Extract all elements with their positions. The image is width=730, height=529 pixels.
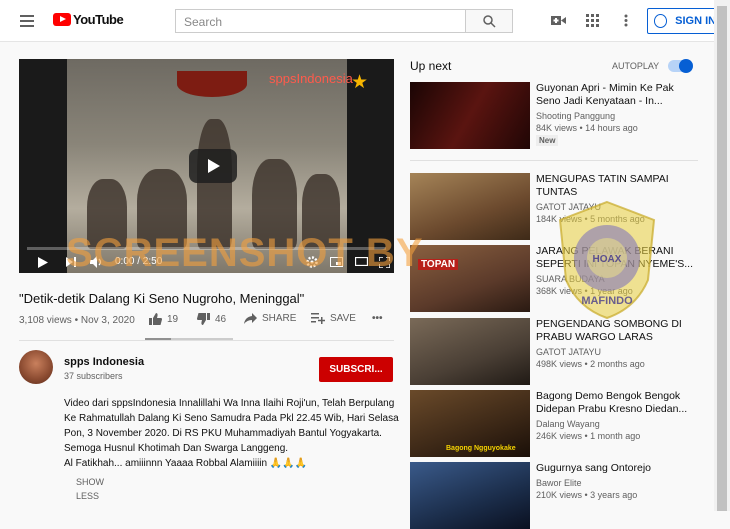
thumbnail-label: Bagong Ngguyokake — [446, 445, 516, 452]
channel-watermark: sppsIndonesia — [269, 71, 353, 86]
next-icon[interactable] — [66, 257, 76, 267]
show-label: SHOW — [76, 477, 104, 487]
recommended-title[interactable]: MENGUPAS TATIN SAMPAI TUNTAS — [536, 173, 701, 199]
puppet-shape — [302, 174, 340, 249]
recommended-channel: Dalang Wayang — [536, 419, 600, 429]
less-label: LESS — [76, 491, 100, 501]
more-actions-button[interactable]: ••• — [372, 313, 383, 324]
like-count: 19 — [167, 313, 179, 325]
video-thumbnail[interactable]: Bagong Ngguyokake — [410, 390, 530, 457]
toggle-knob — [679, 59, 693, 73]
save-button[interactable]: SAVE — [311, 313, 356, 324]
video-title: "Detik-detik Dalang Ki Seno Nugroho, Men… — [19, 291, 305, 306]
create-video-icon[interactable] — [551, 14, 566, 27]
seal-text: MAFINDO — [581, 295, 633, 307]
recommended-meta: 498K views • 2 months ago — [536, 359, 645, 369]
recommended-meta: 84K views • 14 hours ago — [536, 123, 638, 133]
dislike-count: 46 — [215, 313, 227, 325]
video-thumbnail[interactable] — [410, 82, 530, 149]
logo-text: YouTube — [73, 12, 124, 27]
recommended-video[interactable]: Gugurnya sang Ontorejo Bawor Elite 210K … — [410, 462, 701, 529]
seal-center-text: HOAX — [593, 254, 622, 265]
youtube-play-icon — [53, 13, 71, 26]
share-button[interactable]: SHARE — [244, 313, 296, 324]
recommended-title[interactable]: Bagong Demo Bengok Bengok Didepan Prabu … — [536, 390, 701, 416]
channel-avatar[interactable] — [19, 350, 53, 384]
video-thumbnail[interactable] — [410, 318, 530, 385]
recommended-title[interactable]: Gugurnya sang Ontorejo — [536, 462, 701, 475]
scrollbar-thumb[interactable] — [717, 6, 727, 511]
thumbs-down-icon — [197, 313, 210, 325]
recommended-channel: Bawor Elite — [536, 478, 582, 488]
subscribe-button[interactable]: SUBSCRI... — [319, 357, 393, 382]
account-icon — [654, 14, 668, 28]
miniplayer-icon[interactable] — [330, 257, 343, 267]
player-controls: 0:00 / 2:50 — [19, 252, 394, 273]
fullscreen-icon[interactable] — [379, 257, 390, 268]
theater-mode-icon[interactable] — [355, 257, 368, 266]
scrollbar[interactable] — [714, 0, 730, 511]
description-line: Ke Rahmatullah Dalang Ki Seno Samudra Pa… — [64, 413, 399, 424]
subscriber-count: 37 subscribers — [64, 371, 123, 381]
view-count-date: 3,108 views • Nov 3, 2020 — [19, 315, 135, 326]
share-label: SHARE — [262, 313, 297, 324]
recommended-meta: 210K views • 3 years ago — [536, 490, 638, 500]
more-vert-icon[interactable] — [624, 14, 628, 27]
play-button[interactable] — [189, 149, 237, 183]
puppet-shape — [252, 159, 297, 249]
thumbnail-label: TOPAN — [418, 259, 459, 270]
show-less-button[interactable]: SHOW LESS — [76, 475, 104, 503]
youtube-logo[interactable]: YouTube — [53, 12, 124, 27]
video-player[interactable]: sppsIndonesia ★ 0:00 / 2:50 — [19, 59, 394, 273]
like-button[interactable]: 19 — [149, 313, 178, 325]
share-icon — [244, 313, 257, 324]
recommended-meta: 246K views • 1 month ago — [536, 431, 641, 441]
recommended-channel: GATOT JATAYU — [536, 347, 602, 357]
mafindo-seal-logo: HOAX MAFINDO — [558, 200, 656, 320]
progress-bar[interactable] — [27, 247, 386, 250]
description-line: Al Fatikhah... amiiinnn Yaaaa Robbal Ala… — [64, 458, 308, 469]
description-line: Video dari sppsIndonesia Innalillahi Wa … — [64, 398, 395, 409]
sign-in-button[interactable]: SIGN IN — [647, 8, 717, 34]
menu-icon[interactable] — [20, 15, 34, 27]
description-line: Semoga Husnul Khotimah Dan Swarga Langge… — [64, 443, 289, 454]
new-badge: New — [536, 135, 559, 146]
autoplay-label: AUTOPLAY — [612, 61, 660, 71]
video-thumbnail[interactable] — [410, 462, 530, 529]
lamp-canopy — [177, 71, 247, 97]
recommended-channel: Shooting Panggung — [536, 111, 616, 121]
divider — [410, 160, 698, 161]
recommended-video[interactable]: PENGENDANG SOMBONG DI PRABU WARGO LARAS … — [410, 318, 700, 385]
divider — [19, 340, 394, 341]
dislike-button[interactable]: 46 — [197, 313, 226, 325]
up-next-heading: Up next — [410, 59, 452, 73]
search-button[interactable] — [466, 9, 513, 33]
save-label: SAVE — [330, 313, 356, 324]
settings-icon[interactable] — [306, 256, 318, 268]
recommended-video[interactable]: Bagong Ngguyokake Bagong Demo Bengok Ben… — [410, 390, 700, 457]
video-thumbnail[interactable] — [410, 173, 530, 240]
puppet-shape — [137, 169, 187, 249]
play-icon[interactable] — [38, 257, 48, 268]
thumbs-up-icon — [149, 313, 162, 325]
volume-icon[interactable] — [90, 256, 104, 268]
channel-name[interactable]: spps Indonesia — [64, 356, 144, 368]
puppet-shape — [197, 119, 232, 249]
search-icon — [483, 15, 496, 28]
recommended-title[interactable]: Guyonan Apri - Mimin Ke Pak Seno Jadi Ke… — [536, 82, 701, 108]
top-bar: YouTube Search SIGN IN — [0, 0, 717, 42]
video-description: Video dari sppsIndonesia Innalillahi Wa … — [64, 396, 399, 471]
star-icon: ★ — [351, 72, 369, 93]
recommended-video[interactable]: Guyonan Apri - Mimin Ke Pak Seno Jadi Ke… — [410, 82, 700, 152]
puppet-shape — [87, 179, 127, 249]
playlist-add-icon — [311, 313, 325, 324]
search-input[interactable]: Search — [175, 9, 466, 33]
recommended-title[interactable]: PENGENDANG SOMBONG DI PRABU WARGO LARAS — [536, 318, 701, 344]
time-display: 0:00 / 2:50 — [115, 256, 163, 267]
apps-grid-icon[interactable] — [586, 14, 599, 27]
video-thumbnail[interactable]: TOPAN — [410, 245, 530, 312]
autoplay-toggle[interactable] — [668, 59, 693, 73]
sign-in-label: SIGN IN — [675, 15, 716, 27]
description-line: Pon, 3 November 2020. Di RS PKU Muhammad… — [64, 428, 382, 439]
